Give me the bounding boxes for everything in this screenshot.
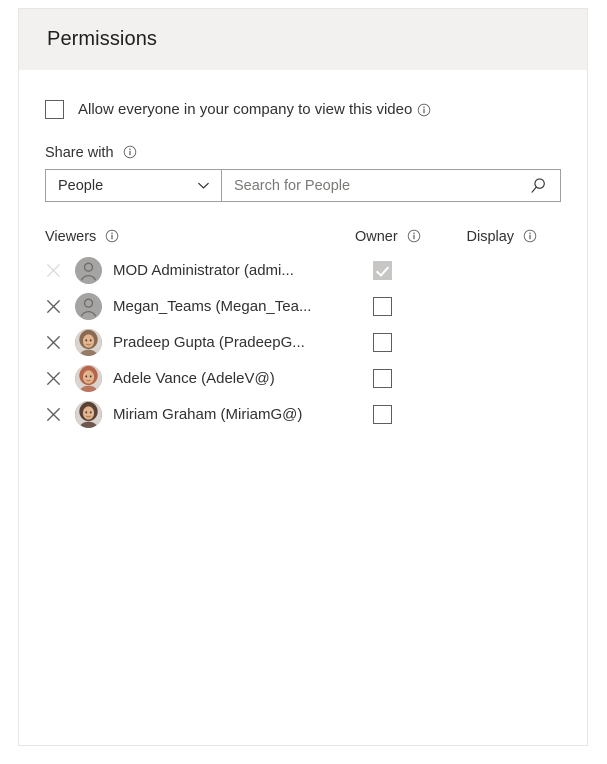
remove-viewer-cell: [45, 298, 75, 315]
owner-checkbox: [373, 260, 392, 280]
column-header-owner-label: Owner: [354, 229, 398, 245]
table-body: MOD Administrator (admi... Megan_Teams (M…: [45, 252, 561, 432]
owner-cell: [373, 368, 491, 388]
owner-checkbox[interactable]: [373, 404, 392, 424]
allow-everyone-row: Allow everyone in your company to view t…: [45, 100, 561, 119]
owner-cell: [373, 404, 491, 424]
viewer-name: Adele Vance (AdeleV@): [113, 369, 275, 387]
remove-viewer-cell: [45, 334, 75, 351]
owner-cell: [373, 296, 491, 316]
close-icon[interactable]: [45, 334, 62, 351]
avatar-cell: [75, 328, 113, 356]
owner-checkbox[interactable]: [373, 368, 392, 388]
avatar: [75, 328, 102, 356]
info-icon[interactable]: [523, 229, 537, 243]
owner-cell: [373, 332, 491, 352]
column-header-owner: Owner: [355, 229, 467, 245]
avatar-cell: [75, 292, 113, 320]
info-icon[interactable]: [105, 229, 119, 243]
search-icon[interactable]: [528, 176, 548, 196]
viewer-name: Megan_Teams (Megan_Tea...: [113, 297, 312, 315]
column-header-display: Display: [467, 229, 562, 245]
column-header-viewers: Viewers: [45, 229, 355, 245]
viewer-name: Pradeep Gupta (PradeepG...: [113, 333, 305, 351]
avatar: [75, 256, 102, 284]
close-icon[interactable]: [45, 298, 62, 315]
page-title: Permissions: [47, 28, 158, 50]
panel-body: Allow everyone in your company to view t…: [19, 100, 587, 432]
panel-header: Permissions: [19, 9, 587, 70]
close-icon[interactable]: [45, 370, 62, 387]
chevron-down-icon: [196, 178, 211, 193]
table-row: Pradeep Gupta (PradeepG...: [45, 324, 561, 360]
info-icon[interactable]: [123, 145, 137, 159]
search-box: [222, 169, 561, 202]
avatar: [75, 364, 102, 392]
avatar: [75, 400, 102, 428]
avatar: [75, 292, 102, 320]
close-icon[interactable]: [45, 406, 62, 423]
avatar-cell: [75, 364, 113, 392]
owner-checkbox[interactable]: [373, 332, 392, 352]
share-with-label-wrap: Share with: [45, 145, 561, 161]
search-input[interactable]: [234, 177, 528, 194]
remove-viewer-cell: [45, 406, 75, 423]
avatar-cell: [75, 256, 113, 284]
table-row: Adele Vance (AdeleV@): [45, 360, 561, 396]
allow-everyone-label: Allow everyone in your company to view t…: [78, 101, 413, 118]
close-icon: [45, 262, 62, 279]
remove-viewer-cell: [45, 262, 75, 279]
info-icon[interactable]: [417, 103, 431, 117]
table-header-row: Viewers Owner Display: [45, 229, 561, 252]
avatar-cell: [75, 400, 113, 428]
permissions-table: Viewers Owner Display MOD Administrator …: [45, 229, 561, 432]
owner-checkbox[interactable]: [373, 296, 392, 316]
table-row: MOD Administrator (admi...: [45, 252, 561, 288]
share-input-row: People: [45, 169, 561, 202]
column-header-display-label: Display: [466, 229, 515, 245]
share-with-type-dropdown[interactable]: People: [45, 169, 222, 202]
share-with-label: Share with: [45, 145, 114, 161]
remove-viewer-cell: [45, 370, 75, 387]
column-header-viewers-label: Viewers: [45, 229, 97, 245]
table-row: Miriam Graham (MiriamG@): [45, 396, 561, 432]
viewer-name: Miriam Graham (MiriamG@): [113, 405, 303, 423]
viewer-name: MOD Administrator (admi...: [113, 261, 294, 279]
table-row: Megan_Teams (Megan_Tea...: [45, 288, 561, 324]
permissions-panel: Permissions Allow everyone in your compa…: [18, 8, 588, 746]
dropdown-selected-value: People: [58, 177, 104, 194]
info-icon[interactable]: [407, 229, 421, 243]
owner-cell: [373, 260, 491, 280]
allow-everyone-checkbox[interactable]: [45, 100, 64, 119]
